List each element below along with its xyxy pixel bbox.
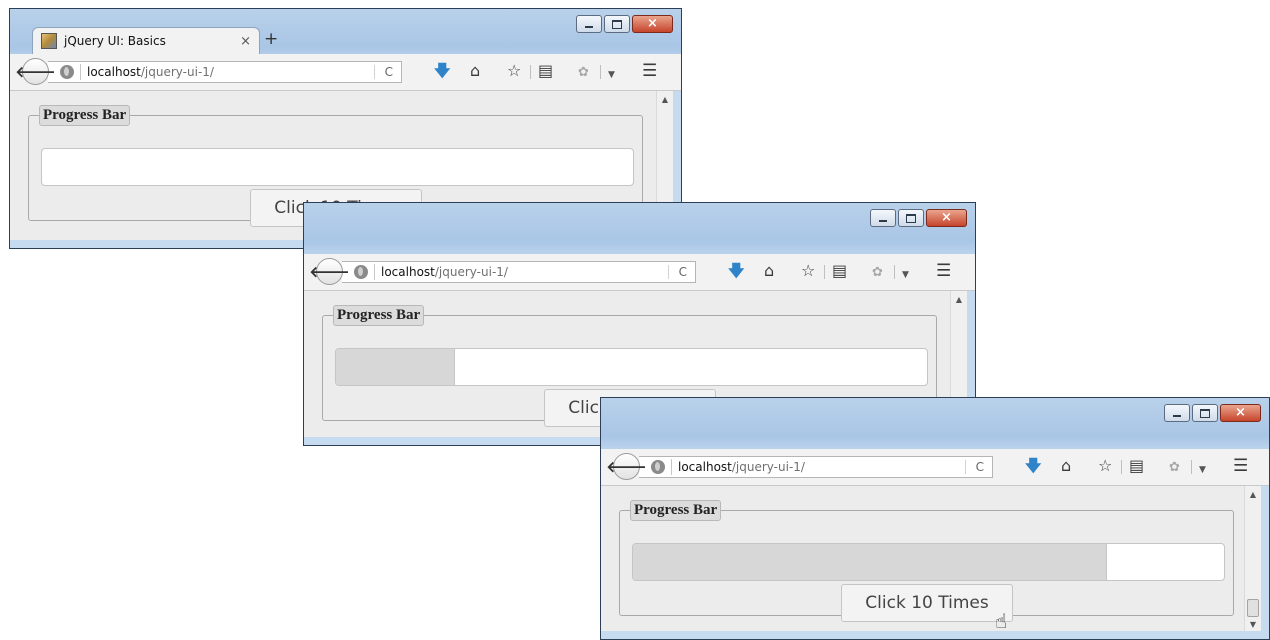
- scroll-up-icon[interactable]: ▲: [657, 95, 673, 104]
- toolbar-separator: [894, 265, 895, 279]
- scroll-thumb[interactable]: [1247, 599, 1259, 617]
- dropdown-arrow-icon[interactable]: ▼: [1199, 461, 1206, 479]
- bookmark-star-icon[interactable]: ☆: [1098, 457, 1112, 475]
- back-arrow-icon: 🡐: [15, 63, 56, 81]
- tab-title: jQuery UI: Basics: [64, 34, 166, 48]
- fieldset-legend: Progress Bar: [333, 305, 425, 326]
- vertical-scrollbar[interactable]: ▲ ▼: [1244, 486, 1261, 631]
- hamburger-menu-icon[interactable]: ☰: [642, 62, 657, 80]
- reading-list-icon[interactable]: ▤: [1129, 457, 1144, 475]
- bookmark-star-icon[interactable]: ☆: [507, 62, 521, 80]
- extension-icon[interactable]: ✿: [872, 264, 883, 282]
- toolbar-separator: [530, 65, 531, 79]
- navigation-toolbar: localhost/jquery-ui-1/ C 🡐 🡇 ⌂ ☆ ▤ ✿ ▼ ☰: [304, 254, 975, 291]
- progress-fill: [336, 349, 456, 385]
- close-button[interactable]: ×: [632, 15, 673, 33]
- scroll-up-icon[interactable]: ▲: [1245, 490, 1261, 499]
- extension-icon[interactable]: ✿: [1169, 459, 1180, 477]
- home-icon[interactable]: ⌂: [1061, 457, 1071, 475]
- maximize-icon: [612, 19, 622, 29]
- url-separator: [80, 64, 81, 80]
- favicon-icon: [41, 33, 57, 49]
- tab-close-icon[interactable]: ×: [240, 34, 251, 49]
- home-icon[interactable]: ⌂: [470, 62, 480, 80]
- url-host: localhost: [381, 265, 435, 279]
- minimize-button[interactable]: [576, 15, 602, 33]
- url-path: /jquery-ui-1/: [140, 65, 214, 79]
- maximize-icon: [1200, 408, 1210, 418]
- close-icon: ×: [1235, 405, 1246, 420]
- reload-icon[interactable]: C: [667, 265, 695, 279]
- window-controls: ×: [870, 209, 967, 227]
- url-separator: [374, 264, 375, 280]
- minimize-icon: [585, 26, 593, 28]
- back-button[interactable]: 🡐: [606, 453, 647, 480]
- reading-list-icon[interactable]: ▤: [832, 262, 847, 280]
- minimize-button[interactable]: [1164, 404, 1190, 422]
- home-icon[interactable]: ⌂: [764, 262, 774, 280]
- bookmark-star-icon[interactable]: ☆: [801, 262, 815, 280]
- url-path: /jquery-ui-1/: [731, 460, 805, 474]
- reload-icon[interactable]: C: [964, 460, 992, 474]
- toolbar-separator: [600, 65, 601, 79]
- progress-bar: [335, 348, 928, 386]
- close-button[interactable]: ×: [926, 209, 967, 227]
- progress-fill: [633, 544, 1107, 580]
- globe-icon: [651, 460, 665, 474]
- url-bar[interactable]: localhost/jquery-ui-1/ C: [639, 456, 993, 478]
- reading-list-icon[interactable]: ▤: [538, 62, 553, 80]
- navigation-toolbar: localhost/jquery-ui-1/ C 🡐 🡇 ⌂ ☆ ▤ ✿ ▼ ☰: [601, 449, 1269, 486]
- url-bar[interactable]: localhost/jquery-ui-1/ C: [48, 61, 402, 83]
- window-controls: ×: [1164, 404, 1261, 422]
- download-icon[interactable]: 🡇: [1025, 457, 1041, 475]
- url-path: /jquery-ui-1/: [434, 265, 508, 279]
- url-host: localhost: [678, 460, 732, 474]
- back-button[interactable]: 🡐: [15, 58, 56, 85]
- maximize-button[interactable]: [1192, 404, 1218, 422]
- back-arrow-icon: 🡐: [606, 458, 647, 476]
- window-controls: ×: [576, 15, 673, 33]
- fieldset-legend: Progress Bar: [630, 500, 722, 521]
- close-icon: ×: [941, 210, 952, 225]
- page-content: Progress Bar Click 10 Times ☝ ▲ ▼: [601, 486, 1261, 633]
- browser-tab[interactable]: jQuery UI: Basics ×: [32, 27, 260, 54]
- minimize-icon: [1173, 415, 1181, 417]
- toolbar-separator: [1121, 460, 1122, 474]
- minimize-icon: [879, 220, 887, 222]
- browser-window-3: × localhost/jquery-ui-1/ C 🡐 🡇 ⌂ ☆ ▤ ✿ ▼…: [600, 397, 1270, 640]
- extension-icon[interactable]: ✿: [578, 64, 589, 82]
- progress-fieldset: Progress Bar Click 10 Times ☝: [619, 500, 1234, 633]
- click-10-times-button[interactable]: Click 10 Times: [841, 584, 1013, 622]
- globe-icon: [60, 65, 74, 79]
- new-tab-icon[interactable]: +: [264, 29, 278, 49]
- download-icon[interactable]: 🡇: [434, 62, 450, 80]
- url-separator: [671, 459, 672, 475]
- maximize-button[interactable]: [604, 15, 630, 33]
- progress-bar: [41, 148, 634, 186]
- scroll-up-icon[interactable]: ▲: [951, 295, 967, 304]
- url-bar[interactable]: localhost/jquery-ui-1/ C: [342, 261, 696, 283]
- fieldset-legend: Progress Bar: [39, 105, 131, 126]
- reload-icon[interactable]: C: [373, 65, 401, 79]
- dropdown-arrow-icon[interactable]: ▼: [608, 66, 615, 84]
- toolbar-separator: [1191, 460, 1192, 474]
- download-icon[interactable]: 🡇: [728, 262, 744, 280]
- maximize-button[interactable]: [898, 209, 924, 227]
- globe-icon: [354, 265, 368, 279]
- url-host: localhost: [87, 65, 141, 79]
- toolbar-separator: [824, 265, 825, 279]
- dropdown-arrow-icon[interactable]: ▼: [902, 266, 909, 284]
- hamburger-menu-icon[interactable]: ☰: [1233, 457, 1248, 475]
- minimize-button[interactable]: [870, 209, 896, 227]
- close-icon: ×: [647, 16, 658, 31]
- hand-cursor-icon: ☝: [995, 609, 1008, 633]
- back-button[interactable]: 🡐: [309, 258, 350, 285]
- navigation-toolbar: localhost/jquery-ui-1/ C 🡐 🡇 ⌂ ☆ ▤ ✿ ▼ ☰: [10, 54, 681, 91]
- maximize-icon: [906, 213, 916, 223]
- progress-bar: [632, 543, 1225, 581]
- scroll-down-icon[interactable]: ▼: [1245, 620, 1261, 629]
- back-arrow-icon: 🡐: [309, 263, 350, 281]
- hamburger-menu-icon[interactable]: ☰: [936, 262, 951, 280]
- close-button[interactable]: ×: [1220, 404, 1261, 422]
